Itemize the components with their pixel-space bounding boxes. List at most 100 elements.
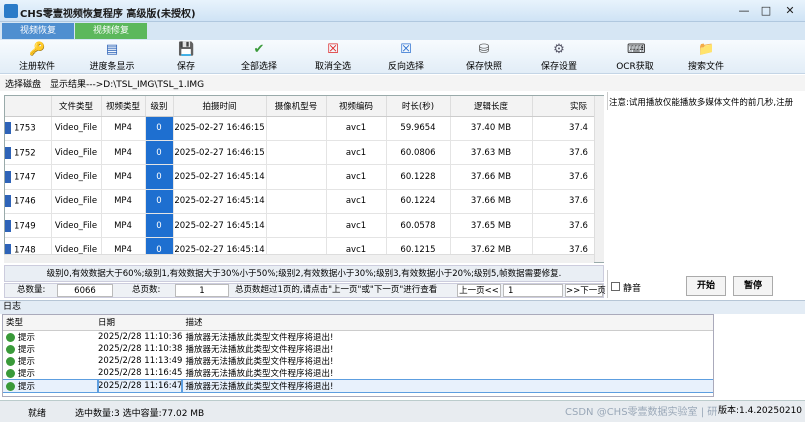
pause-button[interactable]: 暂停	[733, 276, 773, 296]
col-header-level[interactable]: 级别	[145, 96, 174, 117]
cell-duration: 60.0578	[386, 213, 451, 239]
mute-label: 静音	[623, 284, 642, 294]
log-col-date[interactable]: 日期	[98, 315, 183, 331]
log-col-type[interactable]: 类型	[3, 315, 98, 331]
tab-video-recover[interactable]: 视频恢复	[2, 23, 74, 39]
info-icon	[6, 344, 15, 354]
cell-id: 1752	[5, 140, 52, 166]
maximize-button[interactable]: □	[757, 3, 775, 18]
deselect-all-button[interactable]: ☒ 取消全选	[312, 42, 354, 74]
snapshot-label: 保存快照	[465, 62, 502, 72]
col-header-duration[interactable]: 时长(秒)	[386, 96, 451, 117]
grid-vertical-scrollbar[interactable]	[594, 96, 604, 262]
info-icon	[6, 357, 15, 367]
video-file-icon	[5, 170, 11, 183]
grid-horizontal-scrollbar[interactable]	[4, 254, 594, 263]
invert-select-button[interactable]: ☒ 反向选择	[385, 42, 427, 74]
log-row[interactable]: 提示 2025/2/28 11:10:36 播放器无法播放此类型文件程序将退出!	[3, 330, 713, 343]
cell-level: 0	[145, 213, 174, 239]
log-type: 提示	[3, 378, 99, 394]
cell-codec: avc1	[326, 213, 387, 239]
uncheck-icon: ☒	[327, 42, 339, 57]
log-row[interactable]: 提示 2025/2/28 11:13:49 播放器无法播放此类型文件程序将退出!	[3, 355, 713, 368]
ocr-label: OCR获取	[616, 62, 654, 72]
page-number-input[interactable]: 1	[503, 284, 563, 297]
log-row[interactable]: 提示 2025/2/28 11:16:45 播放器无法播放此类型文件程序将退出!	[3, 367, 713, 380]
table-row[interactable]: 1747 Video_File MP4 0 2025-02-27 16:45:14 avc…	[5, 164, 603, 190]
log-desc: 播放器无法播放此类型文件程序将退出!	[185, 369, 334, 380]
search-file-icon: 📁	[698, 42, 715, 57]
pager: 总数量: 6066 总页数: 1 总页数超过1页的,请点击"上一页"或"下一页"…	[4, 283, 606, 298]
table-row[interactable]: 1746 Video_File MP4 0 2025-02-27 16:45:14 avc…	[5, 189, 603, 215]
log-row[interactable]: 提示 2025/2/28 11:10:38 播放器无法播放此类型文件程序将退出!	[3, 343, 713, 355]
invert-icon: ☒	[400, 42, 412, 57]
cell-codec: avc1	[326, 189, 387, 215]
log-desc: 播放器无法播放此类型文件程序将退出!	[185, 357, 334, 368]
col-header-video-type[interactable]: 视频类型	[101, 96, 146, 117]
save-snapshot-button[interactable]: ⛁ 保存快照	[463, 42, 505, 74]
table-row[interactable]: 1752 Video_File MP4 0 2025-02-27 16:46:15 avc…	[5, 140, 603, 166]
save-button[interactable]: 💾 保存	[170, 42, 202, 74]
mute-checkbox[interactable]	[611, 282, 620, 291]
log-type-label: 提示	[18, 357, 36, 368]
status-selection: 选中数量:3 选中容量:77.02 MB	[75, 409, 205, 419]
col-header-logical-size[interactable]: 逻辑长度	[450, 96, 533, 117]
total-count-value: 6066	[57, 284, 113, 297]
col-header-camera[interactable]: 摄像机型号	[266, 96, 327, 117]
save-settings-button[interactable]: ⚙ 保存设置	[538, 42, 580, 74]
search-file-label: 搜索文件	[687, 62, 724, 72]
info-icon	[6, 381, 15, 391]
cell-file-type: Video_File	[51, 189, 102, 215]
trial-notice: 注意:试用播放仅能播放多媒体文件的前几秒,注册	[609, 98, 794, 108]
log-header: 类型 日期 描述	[3, 315, 713, 331]
video-file-icon	[5, 195, 11, 208]
col-header-time[interactable]: 拍摄时间	[173, 96, 267, 117]
table-row[interactable]: 1749 Video_File MP4 0 2025-02-27 16:45:14 avc…	[5, 213, 603, 239]
close-button[interactable]: ✕	[781, 3, 799, 18]
ocr-button[interactable]: ⌨ OCR获取	[612, 42, 658, 74]
cell-logical-size: 37.66 MB	[450, 189, 533, 215]
tab-video-repair[interactable]: 视频修复	[75, 23, 147, 39]
register-button[interactable]: 🔑 注册软件	[14, 42, 60, 74]
cell-duration: 60.1228	[386, 164, 451, 190]
file-grid: 文件类型 视频类型 级别 拍摄时间 摄像机型号 视频编码 时长(秒) 逻辑长度 …	[4, 95, 604, 263]
select-all-button[interactable]: ✔ 全部选择	[238, 42, 280, 74]
log-type: 提示	[3, 330, 98, 343]
watermark: CSDN @CHS零壹数据实验室 | 研	[565, 407, 718, 418]
log-type-label: 提示	[18, 381, 36, 392]
play-start-button[interactable]: 开始	[686, 276, 726, 296]
log-type: 提示	[3, 355, 98, 367]
cell-duration: 60.1224	[386, 189, 451, 215]
settings-label: 保存设置	[540, 62, 577, 72]
cell-duration: 59.9654	[386, 116, 451, 141]
log-row[interactable]: 提示 2025/2/28 11:16:47 播放器无法播放此类型文件程序将退出!	[3, 378, 713, 394]
minimize-button[interactable]: —	[735, 3, 753, 18]
invert-label: 反向选择	[387, 62, 424, 72]
row-id: 1747	[14, 172, 36, 183]
search-file-button[interactable]: 📁 搜索文件	[684, 42, 728, 74]
snapshot-icon: ⛁	[478, 42, 490, 57]
cell-time: 2025-02-27 16:46:15	[173, 140, 267, 166]
select-disk-button[interactable]: 选择磁盘	[5, 77, 41, 90]
cell-time: 2025-02-27 16:45:14	[173, 189, 267, 215]
cell-codec: avc1	[326, 116, 387, 141]
cell-camera	[266, 164, 327, 190]
cell-logical-size: 37.65 MB	[450, 213, 533, 239]
col-header-file-type[interactable]: 文件类型	[51, 96, 102, 117]
cell-camera	[266, 189, 327, 215]
log-type: 提示	[3, 343, 98, 355]
settings-icon: ⚙	[553, 42, 565, 57]
progress-label: 进度条显示	[89, 62, 135, 72]
col-header-codec[interactable]: 视频编码	[326, 96, 387, 117]
next-page-button[interactable]: >>下一页	[565, 284, 606, 297]
prev-page-button[interactable]: 上一页<<	[457, 284, 501, 297]
col-header-id[interactable]	[5, 96, 52, 117]
progress-toggle-button[interactable]: ▤ 进度条显示	[85, 42, 139, 74]
log-date: 2025/2/28 11:16:45	[98, 368, 183, 379]
cell-level: 0	[145, 140, 174, 166]
cell-file-type: Video_File	[51, 140, 102, 166]
log-type: 提示	[3, 367, 98, 379]
video-file-icon	[5, 219, 11, 232]
log-col-desc[interactable]: 描述	[182, 315, 713, 331]
table-row[interactable]: 1753 Video_File MP4 0 2025-02-27 16:46:15 avc…	[5, 116, 603, 141]
